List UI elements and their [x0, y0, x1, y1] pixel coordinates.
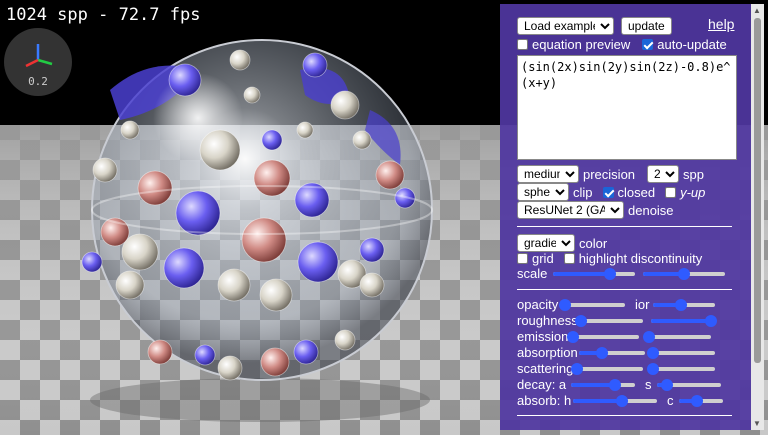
grid-label: grid — [532, 251, 554, 266]
panel-scrollbar[interactable]: ▲ ▼ — [751, 4, 764, 430]
glass-bubble — [260, 347, 290, 377]
glass-bubble — [217, 355, 243, 381]
absorb-c-slider[interactable] — [679, 394, 723, 408]
highlight-label: highlight discontinuity — [578, 251, 703, 266]
grid-checkbox[interactable] — [517, 253, 528, 264]
glass-bubble — [359, 272, 385, 298]
glass-bubble — [334, 329, 356, 351]
glass-bubble — [296, 121, 314, 139]
roughness-slider[interactable] — [575, 314, 643, 328]
equation-preview-checkbox[interactable] — [517, 39, 528, 50]
control-panel: Load example... update help equation pre… — [500, 4, 764, 430]
closed-label: closed — [617, 184, 656, 200]
glass-bubble — [168, 63, 202, 97]
closed-checkbox[interactable] — [602, 186, 614, 198]
emission-label: emission — [517, 329, 569, 344]
scale-label: scale — [517, 266, 548, 281]
scroll-up-icon[interactable]: ▲ — [753, 6, 761, 15]
roughness-label: roughness — [517, 313, 578, 328]
absorption-slider[interactable] — [579, 346, 645, 360]
divider — [517, 289, 732, 290]
update-button[interactable]: update — [621, 17, 672, 35]
glass-bubble — [297, 241, 339, 283]
axes-gizmo[interactable]: 0.2 — [4, 28, 72, 96]
divider — [517, 415, 732, 416]
axes-scale-label: 0.2 — [28, 75, 48, 88]
glass-bubble — [217, 268, 251, 302]
example-select[interactable]: Load example... — [517, 17, 614, 35]
emission-slider-b[interactable] — [643, 330, 711, 344]
absorb-h-slider[interactable] — [573, 394, 657, 408]
scroll-down-icon[interactable]: ▼ — [753, 419, 761, 428]
clip-label: clip — [573, 184, 593, 200]
absorb-label: absorb: h — [517, 393, 572, 408]
precision-select[interactable]: medium — [517, 165, 579, 183]
glass-bubble — [259, 278, 293, 312]
scale-slider-a[interactable] — [553, 267, 635, 281]
glass-bubble — [115, 270, 145, 300]
help-link[interactable]: help — [708, 16, 734, 32]
glass-bubble — [243, 86, 261, 104]
fps-readout: 1024 spp - 72.7 fps — [6, 5, 201, 25]
roughness-slider-b[interactable] — [651, 314, 718, 328]
glass-bubble — [81, 251, 103, 273]
color-label: color — [579, 235, 608, 251]
glass-bubble — [194, 344, 216, 366]
glass-bubble — [199, 129, 241, 171]
glass-bubble — [121, 233, 159, 271]
glass-bubble — [352, 130, 372, 150]
opacity-label: opacity — [517, 297, 559, 312]
glass-bubble — [359, 237, 385, 263]
equation-preview-label: equation preview — [532, 37, 631, 52]
divider — [517, 226, 732, 227]
spp-label: spp — [683, 166, 704, 182]
equation-input[interactable]: (sin(2x)sin(2y)sin(2z)-0.8)e^(x+y) — [517, 55, 737, 160]
glass-bubble — [147, 339, 173, 365]
yup-checkbox[interactable] — [665, 186, 677, 198]
denoise-label: denoise — [628, 202, 674, 218]
scrollbar-thumb[interactable] — [754, 18, 761, 363]
glass-bubble — [293, 339, 319, 365]
glass-bubble — [253, 159, 291, 197]
emission-slider[interactable] — [567, 330, 639, 344]
absorption-slider-b[interactable] — [647, 346, 715, 360]
glass-bubble — [92, 157, 118, 183]
ior-slider[interactable] — [653, 298, 715, 312]
color-select[interactable]: gradient — [517, 234, 575, 252]
decay-label: decay: a — [517, 377, 567, 392]
ior-label: ior — [635, 297, 650, 312]
glass-bubble — [120, 120, 140, 140]
decay-a-slider[interactable] — [571, 378, 635, 392]
glass-bubble — [375, 160, 405, 190]
glass-bubble — [261, 129, 283, 151]
glass-bubble — [302, 52, 328, 78]
absorption-label: absorption — [517, 345, 578, 360]
scale-slider-b[interactable] — [643, 267, 725, 281]
glass-bubble — [163, 247, 205, 289]
absorb-c-label: c — [667, 393, 674, 408]
scattering-slider-b[interactable] — [647, 362, 715, 376]
glass-bubble — [175, 190, 221, 236]
denoise-select[interactable]: ResUNet 2 (GAN) — [517, 201, 624, 219]
yup-label: y-up — [680, 184, 706, 200]
decay-s-label: s — [645, 377, 652, 392]
glass-bubble — [229, 49, 251, 71]
auto-update-checkbox[interactable] — [642, 39, 654, 50]
precision-label: precision — [583, 166, 636, 182]
highlight-checkbox[interactable] — [563, 253, 575, 264]
glass-bubble — [330, 90, 360, 120]
clip-select[interactable]: sphere — [517, 183, 569, 201]
spp-select[interactable]: 2¹⁰ — [647, 165, 680, 183]
glass-bubble — [137, 170, 173, 206]
scattering-slider[interactable] — [571, 362, 643, 376]
opacity-slider[interactable] — [559, 298, 625, 312]
scattering-label: scattering — [517, 361, 574, 376]
glass-bubble — [241, 217, 287, 263]
decay-s-slider[interactable] — [657, 378, 721, 392]
auto-update-label: auto-update — [657, 37, 727, 52]
